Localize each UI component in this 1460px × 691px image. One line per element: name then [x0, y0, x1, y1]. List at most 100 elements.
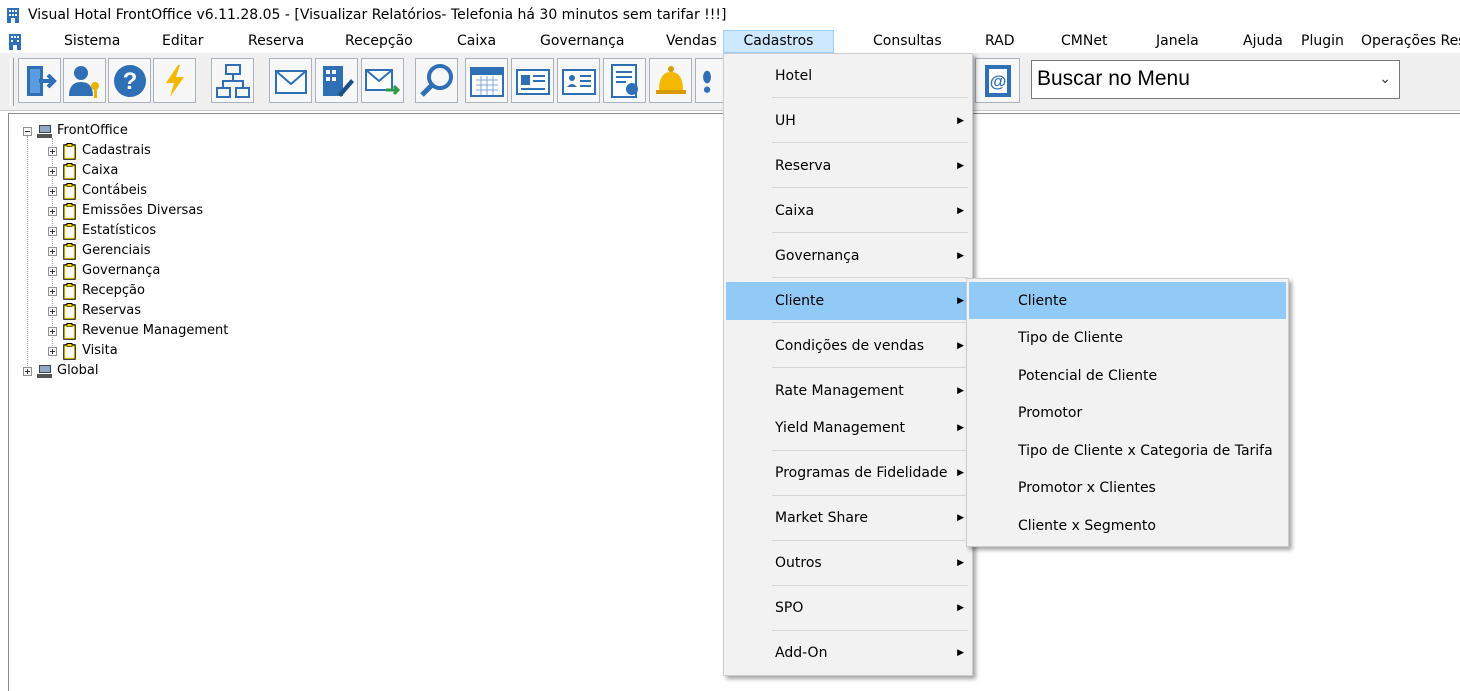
menu-caixa[interactable]: Caixa	[457, 30, 496, 53]
tree-node-frontoffice[interactable]: FrontOffice	[23, 121, 128, 141]
expand-toggle[interactable]	[48, 206, 57, 216]
submenu-item-potencial-de-cliente[interactable]: Potencial de Cliente	[969, 357, 1286, 394]
tree-node-cadastrais[interactable]: Cadastrais	[48, 141, 151, 161]
menu-operacoes[interactable]: Operações Rese	[1361, 30, 1460, 53]
submenu-arrow-icon: ▶	[957, 116, 964, 126]
mail-send-button[interactable]	[361, 58, 404, 103]
expand-toggle[interactable]	[48, 186, 57, 196]
tree-node-reservas[interactable]: Reservas	[48, 301, 141, 321]
submenu-item-promotor[interactable]: Promotor	[969, 394, 1286, 431]
menu-item-hotel[interactable]: Hotel	[726, 57, 970, 95]
card-button[interactable]	[511, 58, 554, 103]
menu-rad[interactable]: RAD	[985, 30, 1015, 53]
address-book-icon: @	[984, 64, 1011, 97]
tree-node-contabeis[interactable]: Contábeis	[48, 181, 147, 201]
expand-toggle[interactable]	[48, 326, 57, 336]
menu-item-yield-management[interactable]: Yield Management ▶	[726, 409, 970, 447]
menu-item-reserva[interactable]: Reserva ▶	[726, 147, 970, 185]
submenu-item-promotor-clientes[interactable]: Promotor x Clientes	[969, 469, 1286, 506]
menu-vendas[interactable]: Vendas	[666, 30, 717, 53]
menu-item-governanca[interactable]: Governança ▶	[726, 237, 970, 275]
hotel-menu-icon[interactable]	[8, 33, 22, 50]
tree-node-caixa[interactable]: Caixa	[48, 161, 118, 181]
tree-node-visita[interactable]: Visita	[48, 341, 118, 361]
mail-button[interactable]	[269, 58, 312, 103]
expand-toggle[interactable]	[48, 266, 57, 276]
submenu-arrow-icon: ▶	[957, 251, 964, 261]
menu-item-market-share[interactable]: Market Share ▶	[726, 499, 970, 537]
expand-toggle[interactable]	[48, 166, 57, 176]
menu-recepcao[interactable]: Recepção	[345, 30, 413, 53]
tree-label: Contábeis	[82, 183, 147, 198]
menu-item-programas-de-fidelidade[interactable]: Programas de Fidelidade ▶	[726, 454, 970, 492]
menu-cmnet[interactable]: CMNet	[1061, 30, 1107, 53]
checklist-button[interactable]	[603, 58, 646, 103]
expand-toggle[interactable]	[23, 366, 32, 376]
tree-node-emissoes-diversas[interactable]: Emissões Diversas	[48, 201, 203, 221]
submenu-item-cliente[interactable]: Cliente	[969, 282, 1286, 319]
menu-cadastros[interactable]: Cadastros	[723, 30, 834, 53]
window-title: Visual Hotal FrontOffice v6.11.28.05 - […	[28, 7, 727, 23]
submenu-item-tipo-de-cliente[interactable]: Tipo de Cliente	[969, 319, 1286, 356]
collapse-toggle[interactable]	[23, 126, 32, 136]
bell-button[interactable]	[649, 58, 692, 103]
menu-item-rate-management[interactable]: Rate Management ▶	[726, 372, 970, 410]
footprints-button[interactable]	[695, 58, 726, 103]
calendar-button[interactable]	[465, 58, 508, 103]
tree-label: Estatísticos	[82, 223, 157, 238]
menu-item-caixa[interactable]: Caixa ▶	[726, 192, 970, 230]
submenu-arrow-icon: ▶	[957, 513, 964, 523]
menu-search-value: Buscar no Menu	[1037, 67, 1190, 90]
menu-item-outros[interactable]: Outros ▶	[726, 544, 970, 582]
menu-governanca[interactable]: Governança	[540, 30, 624, 53]
expand-toggle[interactable]	[48, 306, 57, 316]
expand-toggle[interactable]	[48, 346, 57, 356]
help-button[interactable]: ?	[108, 58, 151, 103]
search-button[interactable]	[415, 58, 458, 103]
menu-item-cliente[interactable]: Cliente ▶	[726, 282, 970, 320]
menu-item-label: Potencial de Cliente	[1018, 367, 1158, 384]
tree-node-gerenciais[interactable]: Gerenciais	[48, 241, 150, 261]
chevron-down-icon[interactable]: ⌄	[1379, 71, 1391, 87]
menu-separator	[772, 630, 968, 631]
menu-reserva[interactable]: Reserva	[248, 30, 304, 53]
menu-sistema[interactable]: Sistema	[64, 30, 120, 53]
toolbar-grip[interactable]	[10, 58, 14, 106]
menu-janela[interactable]: Janela	[1156, 30, 1199, 53]
menu-plugin[interactable]: Plugin	[1301, 30, 1344, 53]
menu-separator	[772, 97, 968, 98]
menu-item-condicoes-de-vendas[interactable]: Condições de vendas ▶	[726, 327, 970, 365]
network-button[interactable]	[211, 58, 254, 103]
address-book-button[interactable]: @	[975, 58, 1020, 103]
tree-node-estatisticos[interactable]: Estatísticos	[48, 221, 156, 241]
menu-editar[interactable]: Editar	[162, 30, 203, 53]
lightning-button[interactable]	[153, 58, 196, 103]
expand-toggle[interactable]	[48, 146, 57, 156]
clipboard-icon	[63, 202, 76, 220]
menu-item-add-on[interactable]: Add-On ▶	[726, 634, 970, 672]
tree-node-revenue-management[interactable]: Revenue Management	[48, 321, 228, 341]
clipboard-icon	[63, 322, 76, 340]
menu-ajuda[interactable]: Ajuda	[1243, 30, 1283, 53]
menu-separator	[772, 495, 968, 496]
submenu-arrow-icon: ▶	[957, 423, 964, 433]
submenu-item-tipo-cliente-categoria-tarifa[interactable]: Tipo de Cliente x Categoria de Tarifa	[969, 432, 1286, 469]
expand-toggle[interactable]	[48, 226, 57, 236]
menu-item-label: Governança	[775, 248, 860, 264]
tree-node-governanca[interactable]: Governança	[48, 261, 160, 281]
menu-item-uh[interactable]: UH ▶	[726, 102, 970, 140]
tree-node-global[interactable]: Global	[23, 361, 98, 381]
menu-search-combobox[interactable]: Buscar no Menu ⌄	[1031, 60, 1400, 99]
clipboard-icon	[63, 142, 76, 160]
tree-node-recepcao[interactable]: Recepção	[48, 281, 145, 301]
card-person-button[interactable]	[557, 58, 600, 103]
submenu-item-cliente-segmento[interactable]: Cliente x Segmento	[969, 507, 1286, 544]
expand-toggle[interactable]	[48, 286, 57, 296]
menu-separator	[772, 232, 968, 233]
menu-consultas[interactable]: Consultas	[873, 30, 942, 53]
expand-toggle[interactable]	[48, 246, 57, 256]
building-edit-button[interactable]	[315, 58, 358, 103]
user-key-button[interactable]	[63, 58, 106, 103]
exit-button[interactable]	[18, 58, 61, 103]
menu-item-spo[interactable]: SPO ▶	[726, 589, 970, 627]
